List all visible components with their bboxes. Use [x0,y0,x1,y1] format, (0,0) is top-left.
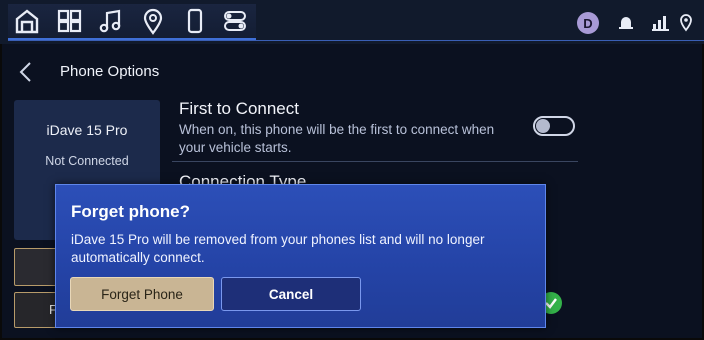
nav-tabs [8,4,256,40]
location-icon [678,12,694,32]
dialog-title: Forget phone? [71,202,190,221]
first-to-connect-title: First to Connect [179,99,299,118]
notification-bell-icon[interactable] [617,14,635,32]
cancel-button[interactable]: Cancel [221,277,361,311]
first-to-connect-toggle[interactable] [533,116,575,136]
phone-status: Not Connected [45,154,129,168]
map-pin-icon[interactable] [138,6,168,36]
apps-grid-icon[interactable] [54,6,84,36]
home-icon[interactable] [12,6,42,36]
cell-signal-icon [651,12,671,32]
back-chevron-icon[interactable] [16,60,36,84]
top-bar-divider [8,40,704,41]
phone-icon[interactable] [180,6,210,36]
page-title: Phone Options [60,63,160,80]
dialog-message: iDave 15 Pro will be removed from your p… [71,232,485,265]
music-note-icon[interactable] [96,6,126,36]
forget-phone-dialog: Forget phone? iDave 15 Pro will be remov… [55,184,546,328]
phone-name: iDave 15 Pro [46,122,128,138]
top-bar: D [0,0,704,44]
first-to-connect-description: When on, this phone will be the first to… [179,122,495,155]
settings-divider [172,161,578,162]
avatar[interactable]: D [577,12,599,34]
settings-toggles-icon[interactable] [220,6,250,36]
toggle-knob [536,119,550,133]
forget-phone-button[interactable]: Forget Phone [70,277,214,311]
